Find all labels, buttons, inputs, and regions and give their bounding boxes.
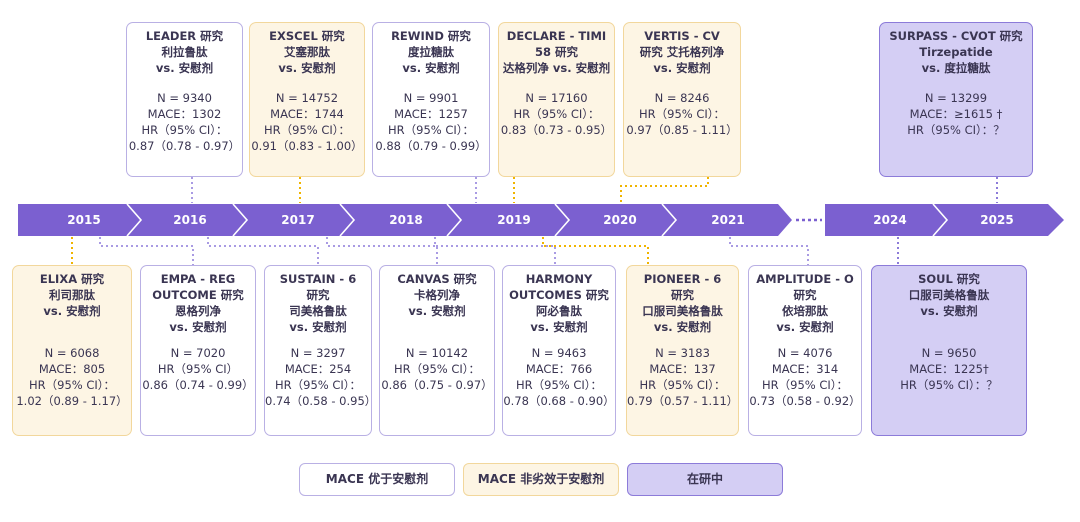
trial-title: AMPLITUDE - O 研究 依培那肽 vs. 安慰剂 xyxy=(756,272,854,334)
trial-title: DECLARE - TIMI 58 研究 达格列净 vs. 安慰剂 xyxy=(502,29,611,75)
year-label: 2019 xyxy=(497,213,530,227)
trial-stats: N = 4076 MACE：314 HR（95% CI）： 0.73（0.58 - 0… xyxy=(749,346,861,408)
trial-card-elixa: ELIXA 研究 利司那肽 vs. 安慰剂 N = 6068 MACE：805 HR（9… xyxy=(12,265,132,436)
trial-card-amplitude-o: AMPLITUDE - O 研究 依培那肽 vs. 安慰剂 N = 4076 MACE：… xyxy=(748,265,862,436)
trial-card-rewind: REWIND 研究 度拉糖肽 vs. 安慰剂 N = 9901 MACE：1257 HR… xyxy=(372,22,490,177)
trial-card-canvas: CANVAS 研究 卡格列净 vs. 安慰剂 N = 10142 HR（95% CI）… xyxy=(379,265,495,436)
legend-superior: MACE 优于安慰剂 xyxy=(299,463,455,496)
year-label: 2024 xyxy=(873,213,906,227)
trial-stats: N = 17160 HR（95% CI）： 0.83（0.73 - 0.95） xyxy=(500,91,613,137)
trial-stats: N = 9463 MACE：766 HR（95% CI）： 0.78（0.68 - 0… xyxy=(503,346,615,408)
year-label: 2021 xyxy=(711,213,744,227)
year-label: 2020 xyxy=(603,213,636,227)
trial-stats: N = 10142 HR（95% CI）： 0.86（0.75 - 0.97） xyxy=(381,346,493,392)
trial-title: PIONEER - 6 研究 口服司美格鲁肽 vs. 安慰剂 xyxy=(642,272,723,334)
trial-card-exscel: EXSCEL 研究 艾塞那肽 vs. 安慰剂 N = 14752 MACE：1744 H… xyxy=(249,22,365,177)
trial-stats: N = 9340 MACE：1302 HR（95% CI）： 0.87（0.78 - … xyxy=(128,91,241,153)
axis-segment xyxy=(825,204,1064,236)
trial-stats: N = 3183 MACE：137 HR（95% CI）： 0.79（0.57 - 1… xyxy=(627,346,739,408)
trial-stats: N = 7020 HR（95% CI） 0.86（0.74 - 0.99） xyxy=(142,346,254,392)
trial-card-harmony: HARMONY OUTCOMES 研究 阿必鲁肽 vs. 安慰剂 N = 9463 MA… xyxy=(502,265,616,436)
trial-stats: N = 9650 MACE：1225† HR（95% CI）：？ xyxy=(900,346,998,392)
trial-stats: N = 13299 MACE：≥1615 † HR（95% CI）：？ xyxy=(907,91,1005,137)
trial-card-pioneer-6: PIONEER - 6 研究 口服司美格鲁肽 vs. 安慰剂 N = 3183 MACE… xyxy=(626,265,739,436)
year-label: 2015 xyxy=(67,213,100,227)
trial-title: EMPA - REG OUTCOME 研究 恩格列净 vs. 安慰剂 xyxy=(152,272,244,334)
legend-noninferior: MACE 非劣效于安慰剂 xyxy=(463,463,619,496)
trial-card-leader: LEADER 研究 利拉鲁肽 vs. 安慰剂 N = 9340 MACE：1302 HR… xyxy=(126,22,243,177)
trial-card-surpass: SURPASS - CVOT 研究 Tirzepatide vs. 度拉糖肽 N =… xyxy=(879,22,1033,177)
trial-title: CANVAS 研究 卡格列净 vs. 安慰剂 xyxy=(397,272,477,318)
trial-stats: N = 3297 MACE：254 HR（95% CI）： 0.74（0.58 - 0… xyxy=(265,346,377,408)
trial-card-empa-reg: EMPA - REG OUTCOME 研究 恩格列净 vs. 安慰剂 N = 7020… xyxy=(140,265,256,436)
trial-title: VERTIS - CV 研究 艾托格列净 vs. 安慰剂 xyxy=(639,29,725,75)
trial-title: LEADER 研究 利拉鲁肽 vs. 安慰剂 xyxy=(145,29,224,75)
trial-title: REWIND 研究 度拉糖肽 vs. 安慰剂 xyxy=(391,29,471,75)
trial-title: SUSTAIN - 6 研究 司美格鲁肽 vs. 安慰剂 xyxy=(279,272,357,334)
year-label: 2018 xyxy=(389,213,422,227)
trial-card-soul: SOUL 研究 口服司美格鲁肽 vs. 安慰剂 N = 9650 MACE：1225†… xyxy=(871,265,1027,436)
trial-title: ELIXA 研究 利司那肽 vs. 安慰剂 xyxy=(39,272,105,318)
trial-stats: N = 9901 MACE：1257 HR（95% CI）： 0.88（0.79 - … xyxy=(375,91,487,153)
trial-stats: N = 14752 MACE：1744 HR（95% CI）： 0.91（0.83 -… xyxy=(251,91,363,153)
year-label: 2016 xyxy=(173,213,206,227)
trial-card-vertis: VERTIS - CV 研究 艾托格列净 vs. 安慰剂 N = 8246 HR（95… xyxy=(623,22,741,177)
trial-title: SURPASS - CVOT 研究 Tirzepatide vs. 度拉糖肽 xyxy=(889,29,1023,75)
trial-stats: N = 8246 HR（95% CI）： 0.97（0.85 - 1.11） xyxy=(626,91,738,137)
trial-title: SOUL 研究 口服司美格鲁肽 vs. 安慰剂 xyxy=(908,272,990,318)
trial-card-declare: DECLARE - TIMI 58 研究 达格列净 vs. 安慰剂 N = 1716… xyxy=(498,22,615,177)
trial-stats: N = 6068 MACE：805 HR（95% CI）： 1.02（0.89 - 1… xyxy=(16,346,128,408)
year-label: 2017 xyxy=(281,213,314,227)
trial-title: EXSCEL 研究 艾塞那肽 vs. 安慰剂 xyxy=(269,29,345,75)
trial-card-sustain-6: SUSTAIN - 6 研究 司美格鲁肽 vs. 安慰剂 N = 3297 MACE：2… xyxy=(264,265,377,436)
year-label: 2025 xyxy=(980,213,1013,227)
legend-ongoing: 在研中 xyxy=(627,463,783,496)
trial-title: HARMONY OUTCOMES 研究 阿必鲁肽 vs. 安慰剂 xyxy=(509,272,609,334)
